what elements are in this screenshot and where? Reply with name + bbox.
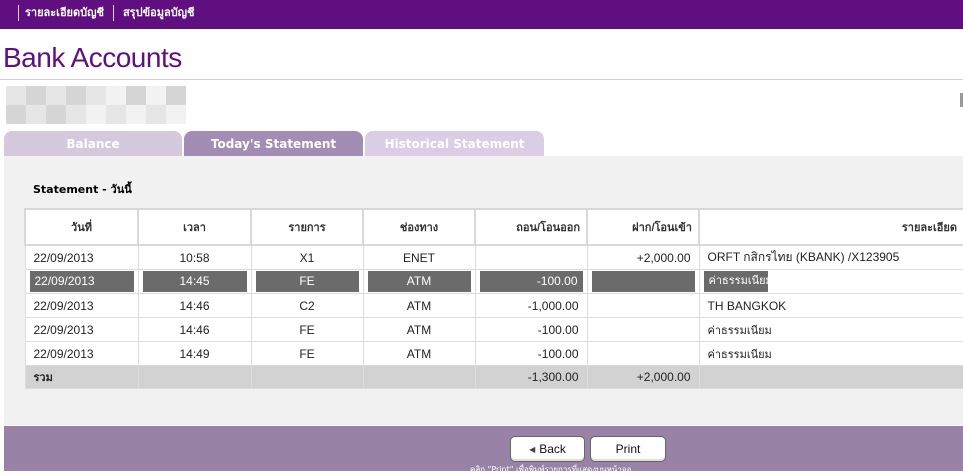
col-detail: รายละเอียด [698, 208, 963, 246]
cell-detail: ค่าธรรมเนียม [698, 269, 963, 294]
cell-time: 14:49 [137, 341, 252, 366]
print-hint: คลิก "Print" เพื่อพิมพ์รายการที่แสดงบนหน… [470, 465, 632, 474]
cell-code: FE [250, 269, 364, 294]
back-button[interactable]: ◀ Back [510, 436, 585, 462]
cell-time: 10:58 [137, 244, 252, 270]
statement-table: วันที่ เวลา รายการ ช่องทาง ถอน/โอนออก ฝา… [24, 208, 963, 389]
col-transaction: รายการ [250, 208, 364, 246]
cell-deposit [586, 269, 700, 294]
table-row[interactable]: 22/09/2013 10:58 X1 ENET +2,000.00 ORFT … [24, 244, 963, 270]
cell-detail: ค่าธรรมเนียม [698, 317, 963, 342]
cell-channel: ATM [362, 341, 476, 366]
total-empty [362, 365, 476, 389]
cell-date: 22/09/2013 [24, 341, 139, 366]
table-row[interactable]: 22/09/2013 14:46 FE ATM -100.00 ค่าธรรมเ… [24, 317, 963, 342]
col-time: เวลา [137, 208, 252, 246]
cell-channel: ENET [362, 244, 476, 270]
back-button-label: Back [539, 442, 566, 456]
table-row[interactable]: 22/09/2013 14:49 FE ATM -100.00 ค่าธรรมเ… [24, 341, 963, 366]
cell-withdraw: -100.00 [474, 269, 588, 294]
col-deposit: ฝาก/โอนเข้า [586, 208, 700, 246]
cell-deposit [586, 317, 700, 342]
total-empty [250, 365, 364, 389]
cell-date: 22/09/2013 [24, 293, 139, 318]
cell-time: 14:46 [137, 293, 252, 318]
back-arrow-icon: ◀ [529, 445, 536, 454]
cell-withdraw: -1,000.00 [474, 293, 588, 318]
cell-detail: ORFT กสิกรไทย (KBANK) /X123905 [698, 244, 963, 270]
cell-deposit [586, 293, 700, 318]
cell-channel: ATM [362, 293, 476, 318]
table-total-row: รวม -1,300.00 +2,000.00 [24, 365, 963, 389]
cell-detail: TH BANGKOK [698, 293, 963, 318]
nav-account-summary[interactable]: สรุปข้อมูลบัญชี [112, 5, 204, 21]
col-channel: ช่องทาง [362, 208, 476, 246]
tab-todays-statement[interactable]: Today's Statement [184, 131, 363, 156]
cell-deposit [586, 341, 700, 366]
cell-channel: ATM [362, 269, 476, 294]
total-withdraw: -1,300.00 [474, 365, 588, 389]
cell-detail: ค่าธรรมเนียม [698, 341, 963, 366]
total-empty [698, 365, 963, 389]
total-deposit: +2,000.00 [586, 365, 700, 389]
page-title: Bank Accounts [3, 42, 182, 73]
col-withdraw: ถอน/โอนออก [474, 208, 588, 246]
cell-withdraw: -100.00 [474, 341, 588, 366]
total-label: รวม [24, 365, 139, 389]
tab-balance[interactable]: Balance [4, 131, 182, 156]
print-button[interactable]: Print [590, 436, 666, 462]
statement-title: Statement - วันนี้ [33, 183, 132, 196]
cell-time: 14:46 [137, 317, 252, 342]
nav-account-details[interactable]: รายละเอียดบัญชี [18, 5, 113, 21]
cell-code: C2 [250, 293, 364, 318]
top-nav: รายละเอียดบัญชี สรุปข้อมูลบัญชี [18, 5, 204, 21]
title-divider [0, 79, 963, 80]
print-button-label: Print [615, 442, 641, 456]
cell-date: 22/09/2013 [24, 317, 139, 342]
cell-code: FE [250, 341, 364, 366]
cell-date: 22/09/2013 [24, 244, 139, 270]
tab-historical-statement[interactable]: Historical Statement [365, 131, 544, 156]
cell-channel: ATM [362, 317, 476, 342]
top-nav-bar: รายละเอียดบัญชี สรุปข้อมูลบัญชี [0, 0, 963, 29]
table-row-selected[interactable]: 22/09/2013 14:45 FE ATM -100.00 ค่าธรรมเ… [24, 269, 963, 294]
table-row[interactable]: 22/09/2013 14:46 C2 ATM -1,000.00 TH BAN… [24, 293, 963, 318]
cell-time: 14:45 [137, 269, 252, 294]
col-date: วันที่ [24, 208, 139, 246]
cell-code: X1 [250, 244, 364, 270]
cell-code: FE [250, 317, 364, 342]
cell-withdraw [474, 244, 588, 270]
cell-deposit: +2,000.00 [586, 244, 700, 270]
account-number-redacted [6, 86, 186, 124]
table-header: วันที่ เวลา รายการ ช่องทาง ถอน/โอนออก ฝา… [24, 208, 963, 246]
total-empty [137, 365, 252, 389]
cell-date: 22/09/2013 [24, 269, 139, 294]
cell-withdraw: -100.00 [474, 317, 588, 342]
